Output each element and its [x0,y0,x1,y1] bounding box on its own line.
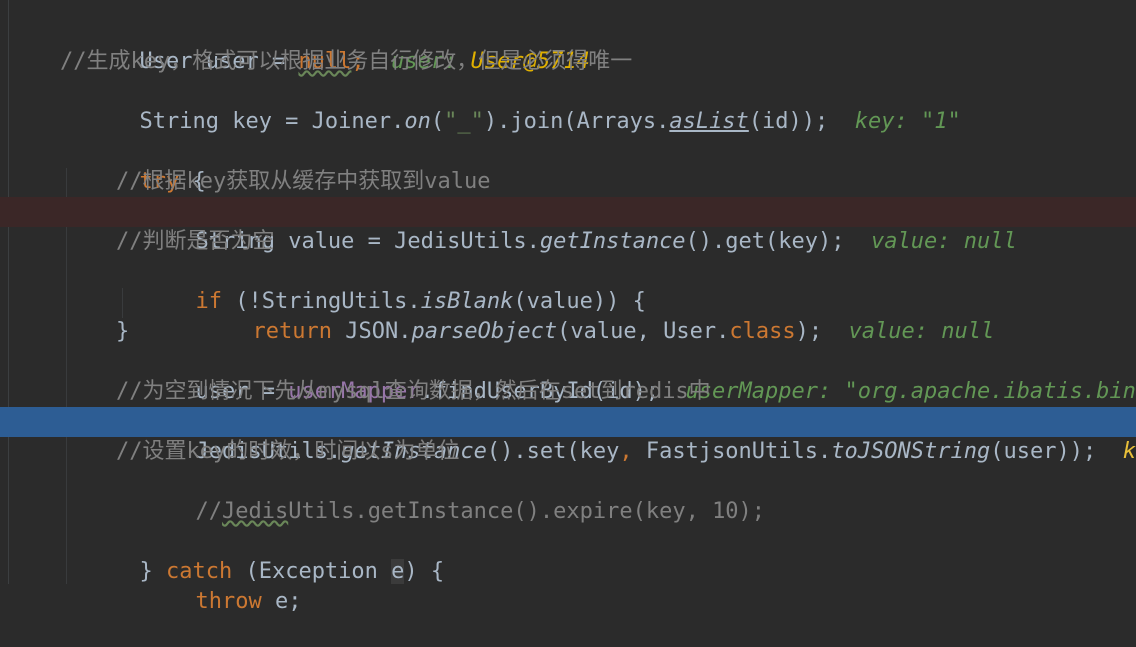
code-line-7[interactable]: //判断是否为空 [0,227,1136,257]
code-text: ).join(Arrays. [483,109,670,134]
code-text: (id)); [748,109,855,134]
code-editor[interactable]: User user = null; user: User@5714 //生成ke… [0,0,1136,614]
comment: //判断是否为空 [116,229,275,254]
code-line-10[interactable]: } [0,317,1136,347]
code-line-catch[interactable]: } catch (Exception e) { [0,527,1136,584]
code-line-breakpoint[interactable]: String value = JedisUtils.getInstance().… [0,197,1136,254]
comment: Utils.getInstance().expire(key, 10); [288,499,766,524]
code-line-9[interactable]: return JSON.parseObject(value, User.clas… [0,287,1136,344]
code-line-8[interactable]: if (!StringUtils.isBlank(value)) { [0,257,1136,314]
code-line-15[interactable]: //JedisUtils.getInstance().expire(key, 1… [0,467,1136,524]
code-line-11[interactable]: user = userMapper.findUserById(id); user… [0,347,1136,404]
code-line-14[interactable]: //设置key的时效，时间以s为单位 [0,437,1136,467]
comment: //为空到情况下先从mysql查询数据，然后在set到redis中 [116,379,711,404]
debug-hint: key: "1" [854,109,961,134]
code-line-3[interactable]: String key = Joiner.on("_").join(Arrays.… [0,77,1136,134]
comment: //根据key获取从缓存中获取到value [116,169,491,194]
comment: //设置key的时效，时间以s为单位 [116,439,460,464]
code-line-1[interactable]: User user = null; user: User@5714 [0,17,1136,74]
method-on: on [404,109,431,134]
paren: ( [430,109,445,134]
code-line-2[interactable]: //生成key，格式可以根据业务自行修改，但是必须得唯一 [0,47,1136,77]
comment-word: Jedis [221,499,289,524]
code-line-try[interactable]: try { [0,137,1136,194]
code-line-5[interactable]: //根据key获取从缓存中获取到value [0,167,1136,197]
code-line-throw[interactable]: throw e; [0,557,1136,614]
comment: //生成key，格式可以根据业务自行修改，但是必须得唯一 [60,49,633,74]
comment: // [195,499,222,524]
code-text: e; [261,589,302,614]
code-text: String key = Joiner. [139,109,405,134]
code-line-current[interactable]: JedisUtils.getInstance().set(key, Fastjs… [0,407,1136,464]
code-line-12[interactable]: //为空到情况下先从mysql查询数据，然后在set到redis中 [0,377,1136,407]
throw-keyword: throw [195,589,262,614]
closing-brace: } [116,319,130,344]
string-literal: "_" [444,109,484,134]
method-aslist: asList [669,109,749,134]
